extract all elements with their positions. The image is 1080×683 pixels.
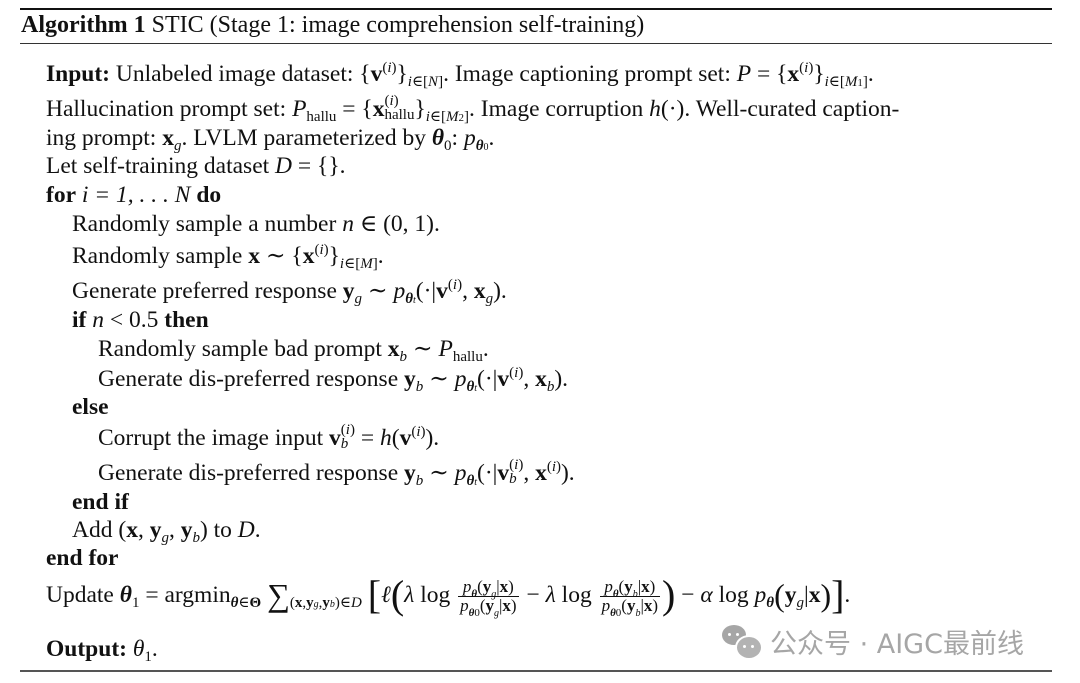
else-keyword: else [72,394,109,420]
for-line: for i = 1, . . . N do [46,181,221,209]
do-keyword: do [196,182,222,208]
endfor-line: end for [46,544,118,572]
math: θ0: pθ0. [431,125,495,154]
math: P = {x(i)}i∈[M1]. [736,60,874,90]
input-text: Unlabeled image dataset: [115,61,354,87]
bad-prompt-line: Randomly sample bad prompt xb ∼ Phallu. [98,335,489,365]
gen-dispreferred2-line: Generate dis-preferred response yb ∼ pθt… [98,456,575,489]
algorithm-caption: Algorithm 1 STIC (Stage 1: image compreh… [21,12,644,39]
math: (x, yg, yb) [118,517,208,546]
gen-preferred-line: Generate preferred response yg ∼ pθt(·|v… [72,277,507,307]
math: n ∈ (0, 1). [342,211,440,237]
if-keyword: if [72,307,87,333]
math: θ1. [132,636,158,665]
math: {v(i)}i∈[N]. [359,60,449,90]
loop-range: i = 1, . . . N [81,182,191,208]
wechat-icon [722,624,763,660]
endif-keyword: end if [72,489,129,515]
update-line: Update θ1 = argminθ∈Θ ∑(x,yg,yb)∈D [ℓ(λ … [46,571,851,619]
prompt-line: ing prompt: xg. LVLM parameterized by θ0… [46,124,495,154]
ing-prompt-text: ing prompt: [46,125,157,151]
math: D. [237,517,261,543]
hallucination-line: Hallucination prompt set: Phallu = {x (i)… [46,92,900,125]
math: x ∼ {x(i)}i∈[M]. [248,242,384,272]
else-line: else [72,393,109,421]
corruption-text: Image corruption [480,96,644,122]
let-text: Let self-training dataset [46,153,270,179]
corrupt-text: Corrupt the image input [98,425,324,451]
update-text: Update [46,581,114,608]
bad-prompt-text: Randomly sample bad prompt [98,336,382,362]
if-line: if n < 0.5 then [72,306,209,334]
output-line: Output: θ1. [46,635,158,665]
math: n < 0.5 [92,307,159,333]
for-keyword: for [46,182,77,208]
math: yg ∼ pθt(·|v(i), xg). [342,277,507,307]
caption-rule [20,43,1052,44]
algorithm-label: Algorithm 1 [21,12,146,38]
bottom-rule [20,670,1052,672]
math: v (i) b = h(v(i)). [329,421,440,452]
update-equation: θ1 = argminθ∈Θ ∑(x,yg,yb)∈D [ℓ(λ log pθ(… [119,571,851,619]
math: xb ∼ Phallu. [387,336,489,365]
watermark: 公众号 · AIGC最前线 [722,622,1024,661]
math: xg. [162,125,188,154]
output-keyword: Output: [46,636,127,662]
sample-number-text: Randomly sample a number [72,211,337,237]
corrupt-line: Corrupt the image input v (i) b = h(v(i)). [98,421,440,452]
interval: (0, 1) [383,211,435,237]
math: D = {}. [275,153,346,179]
to-text: to [213,517,232,543]
sample-x-line: Randomly sample x ∼ {x(i)}i∈[M]. [72,242,384,272]
hallucination-text: Hallucination prompt set: [46,96,287,122]
endif-line: end if [72,488,129,516]
algorithm-title: STIC (Stage 1: image comprehension self-… [151,12,645,38]
math: yb ∼ pθt(·|v (i) b, x(i)). [404,456,575,489]
add-line: Add (x, yg, yb) to D. [72,516,261,546]
math: h(·). [649,96,691,122]
sample-x-text: Randomly sample [72,243,243,269]
add-text: Add [72,517,113,543]
caption-prompt-text: Image captioning prompt set: [454,61,731,87]
well-curated-text: Well-curated caption- [695,96,900,122]
let-line: Let self-training dataset D = {}. [46,152,345,180]
endfor-keyword: end for [46,545,119,571]
math: yb ∼ pθt(·|v(i), xb). [404,365,569,395]
lvlm-text: LVLM parameterized by [193,125,426,151]
math: Phallu = {x (i) hallu}i∈[M2]. [292,92,475,125]
input-keyword: Input: [46,61,111,87]
input-line: Input: Unlabeled image dataset: {v(i)}i∈… [46,60,874,90]
threshold: 0.5 [129,307,159,333]
gen-dispreferred-text: Generate dis-preferred response [98,366,399,392]
top-rule [20,8,1052,10]
then-keyword: then [164,307,209,333]
gen-preferred-text: Generate preferred response [72,278,337,304]
gen-dispreferred-line: Generate dis-preferred response yb ∼ pθt… [98,365,569,395]
watermark-text: 公众号 · AIGC最前线 [770,629,1024,660]
sample-number-line: Randomly sample a number n ∈ (0, 1). [72,210,440,238]
gen-dispreferred2-text: Generate dis-preferred response [98,460,399,486]
